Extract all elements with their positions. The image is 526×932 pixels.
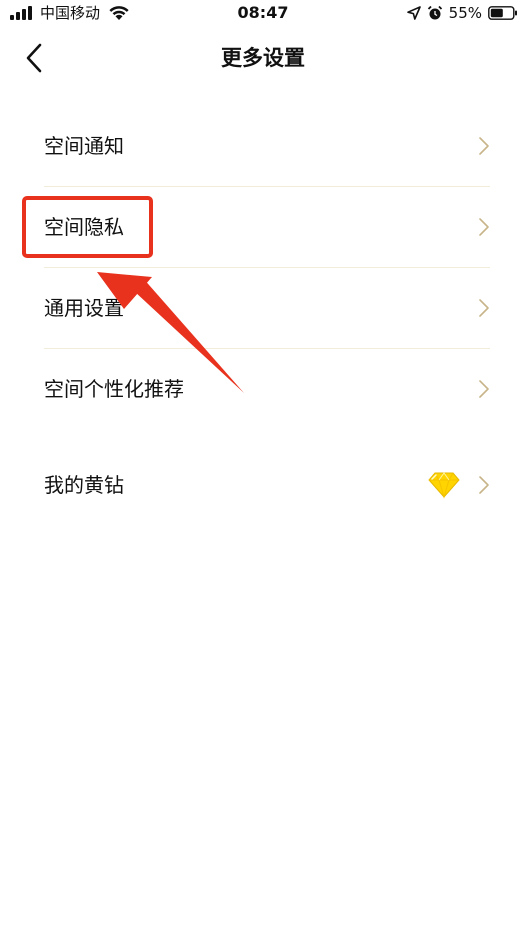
status-right: 55%	[406, 3, 518, 23]
battery-icon	[488, 6, 517, 20]
chevron-right-icon	[479, 380, 489, 398]
settings-item-label: 空间通知	[44, 134, 124, 158]
settings-item-label: 通用设置	[44, 296, 124, 320]
highlight-box	[22, 196, 153, 258]
chevron-right-icon	[479, 218, 489, 236]
page-title: 更多设置	[221, 46, 305, 70]
chevron-right-icon	[479, 476, 489, 494]
alarm-icon	[427, 5, 442, 20]
nav-bar: 更多设置	[0, 32, 526, 84]
settings-list: 空间通知 空间隐私 通用设置 空间个性化推荐 我的黄钻	[0, 106, 526, 525]
settings-item-personalized-recommendation[interactable]: 空间个性化推荐	[44, 349, 490, 429]
status-bar: 中国移动 08:47 55%	[0, 0, 526, 26]
settings-item-label: 空间个性化推荐	[44, 377, 184, 401]
battery-percent: 55%	[448, 4, 482, 22]
settings-item-general-settings[interactable]: 通用设置	[44, 268, 490, 349]
yellow-diamond-icon	[428, 472, 460, 499]
chevron-right-icon	[479, 137, 489, 155]
location-icon	[406, 6, 421, 20]
settings-item-yellow-diamond[interactable]: 我的黄钻	[44, 445, 490, 525]
settings-item-label: 我的黄钻	[44, 473, 124, 497]
chevron-right-icon	[479, 299, 489, 317]
settings-item-space-notification[interactable]: 空间通知	[44, 106, 490, 187]
